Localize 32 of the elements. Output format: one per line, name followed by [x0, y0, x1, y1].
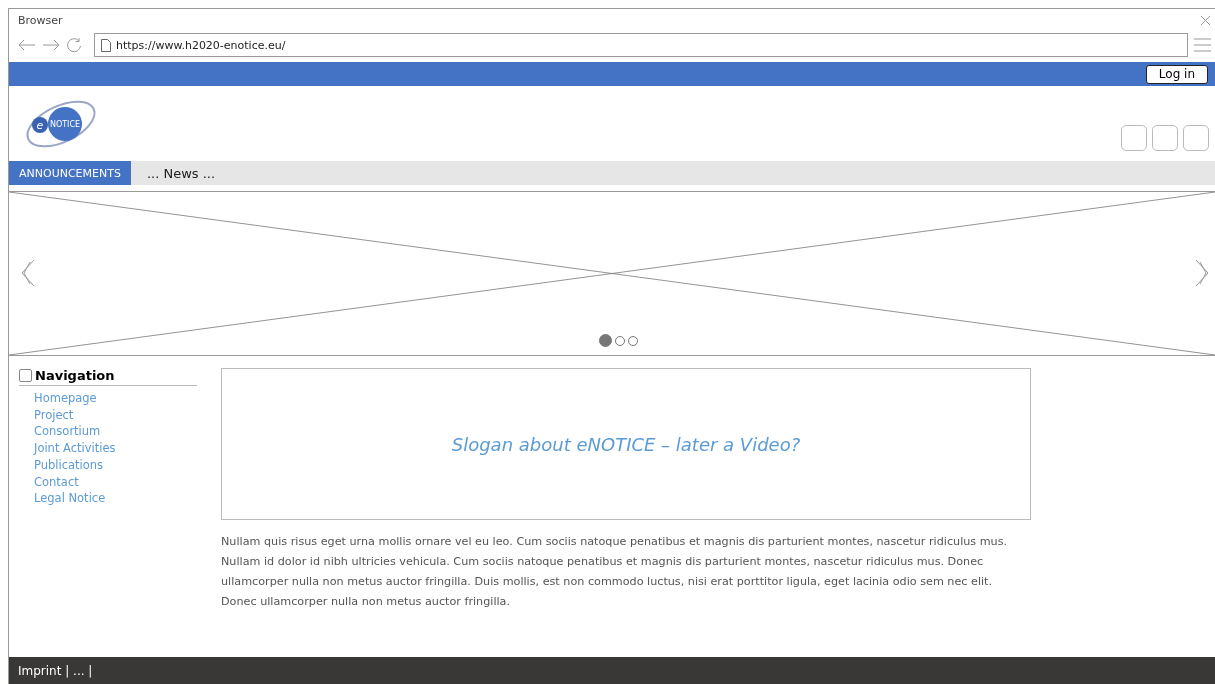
navigation-link[interactable]: Publications	[34, 456, 197, 474]
navigation-link[interactable]: Legal Notice	[34, 490, 197, 507]
navigation-link[interactable]: Consortium	[34, 423, 197, 441]
body-paragraph: Nullam quis risus eget urna mollis ornare vel eu leo. Cum sociis natoque penatibus et magnis dis parturient montes, nascetur ridiculus mus. Nullam id dolor id nibh ultricies vehicula. Cum sociis natoque penatibus et magnis dis parturient montes, nascetur ridiculus mus. Donec ullamcorper nulla non metus auctor fringilla. Duis mollis, est non commodo luctus, nisi erat porttitor ligula, eget lacinia odio sem nec elit. Donec ullamcorper nulla non metus auctor fringilla.	[221, 534, 1009, 610]
navigation-checkbox[interactable]	[19, 369, 32, 382]
address-bar[interactable]: https://www.h2020-enotice.eu/	[94, 33, 1188, 57]
menu-tab[interactable]: ANNOUNCEMENTS	[9, 161, 131, 185]
previous-arrow-icon[interactable]	[21, 259, 35, 287]
navigation-link[interactable]: Homepage	[34, 390, 197, 407]
header-button[interactable]	[1121, 125, 1147, 151]
slide-dot[interactable]	[599, 334, 612, 347]
navigation-link[interactable]: Joint Activities	[34, 440, 197, 457]
slide-dot[interactable]	[615, 335, 625, 346]
close-icon[interactable]	[1200, 14, 1211, 26]
back-icon[interactable]	[18, 39, 36, 51]
navigation-link[interactable]: Contact	[34, 473, 197, 491]
slide-dot[interactable]	[628, 335, 638, 346]
login-button[interactable]: Log in	[1145, 64, 1208, 84]
navigation-link[interactable]: Project	[34, 406, 197, 424]
menu-tab[interactable]: ... News ...	[136, 161, 226, 185]
menu-icon[interactable]	[1194, 38, 1211, 52]
next-arrow-icon[interactable]	[1195, 259, 1209, 287]
reload-icon[interactable]	[66, 37, 82, 53]
page-icon	[101, 38, 111, 52]
footer-text: Imprint | ... |	[18, 663, 93, 678]
navigation-title: Navigation	[35, 368, 115, 383]
forward-icon[interactable]	[42, 39, 60, 51]
window-title: Browser	[18, 13, 63, 27]
url-text: https://www.h2020-enotice.eu/	[116, 38, 286, 52]
slogan-text: Slogan about eNOTICE – later a Video?	[451, 433, 801, 455]
header-button[interactable]	[1183, 125, 1209, 151]
header-button[interactable]	[1152, 125, 1178, 151]
